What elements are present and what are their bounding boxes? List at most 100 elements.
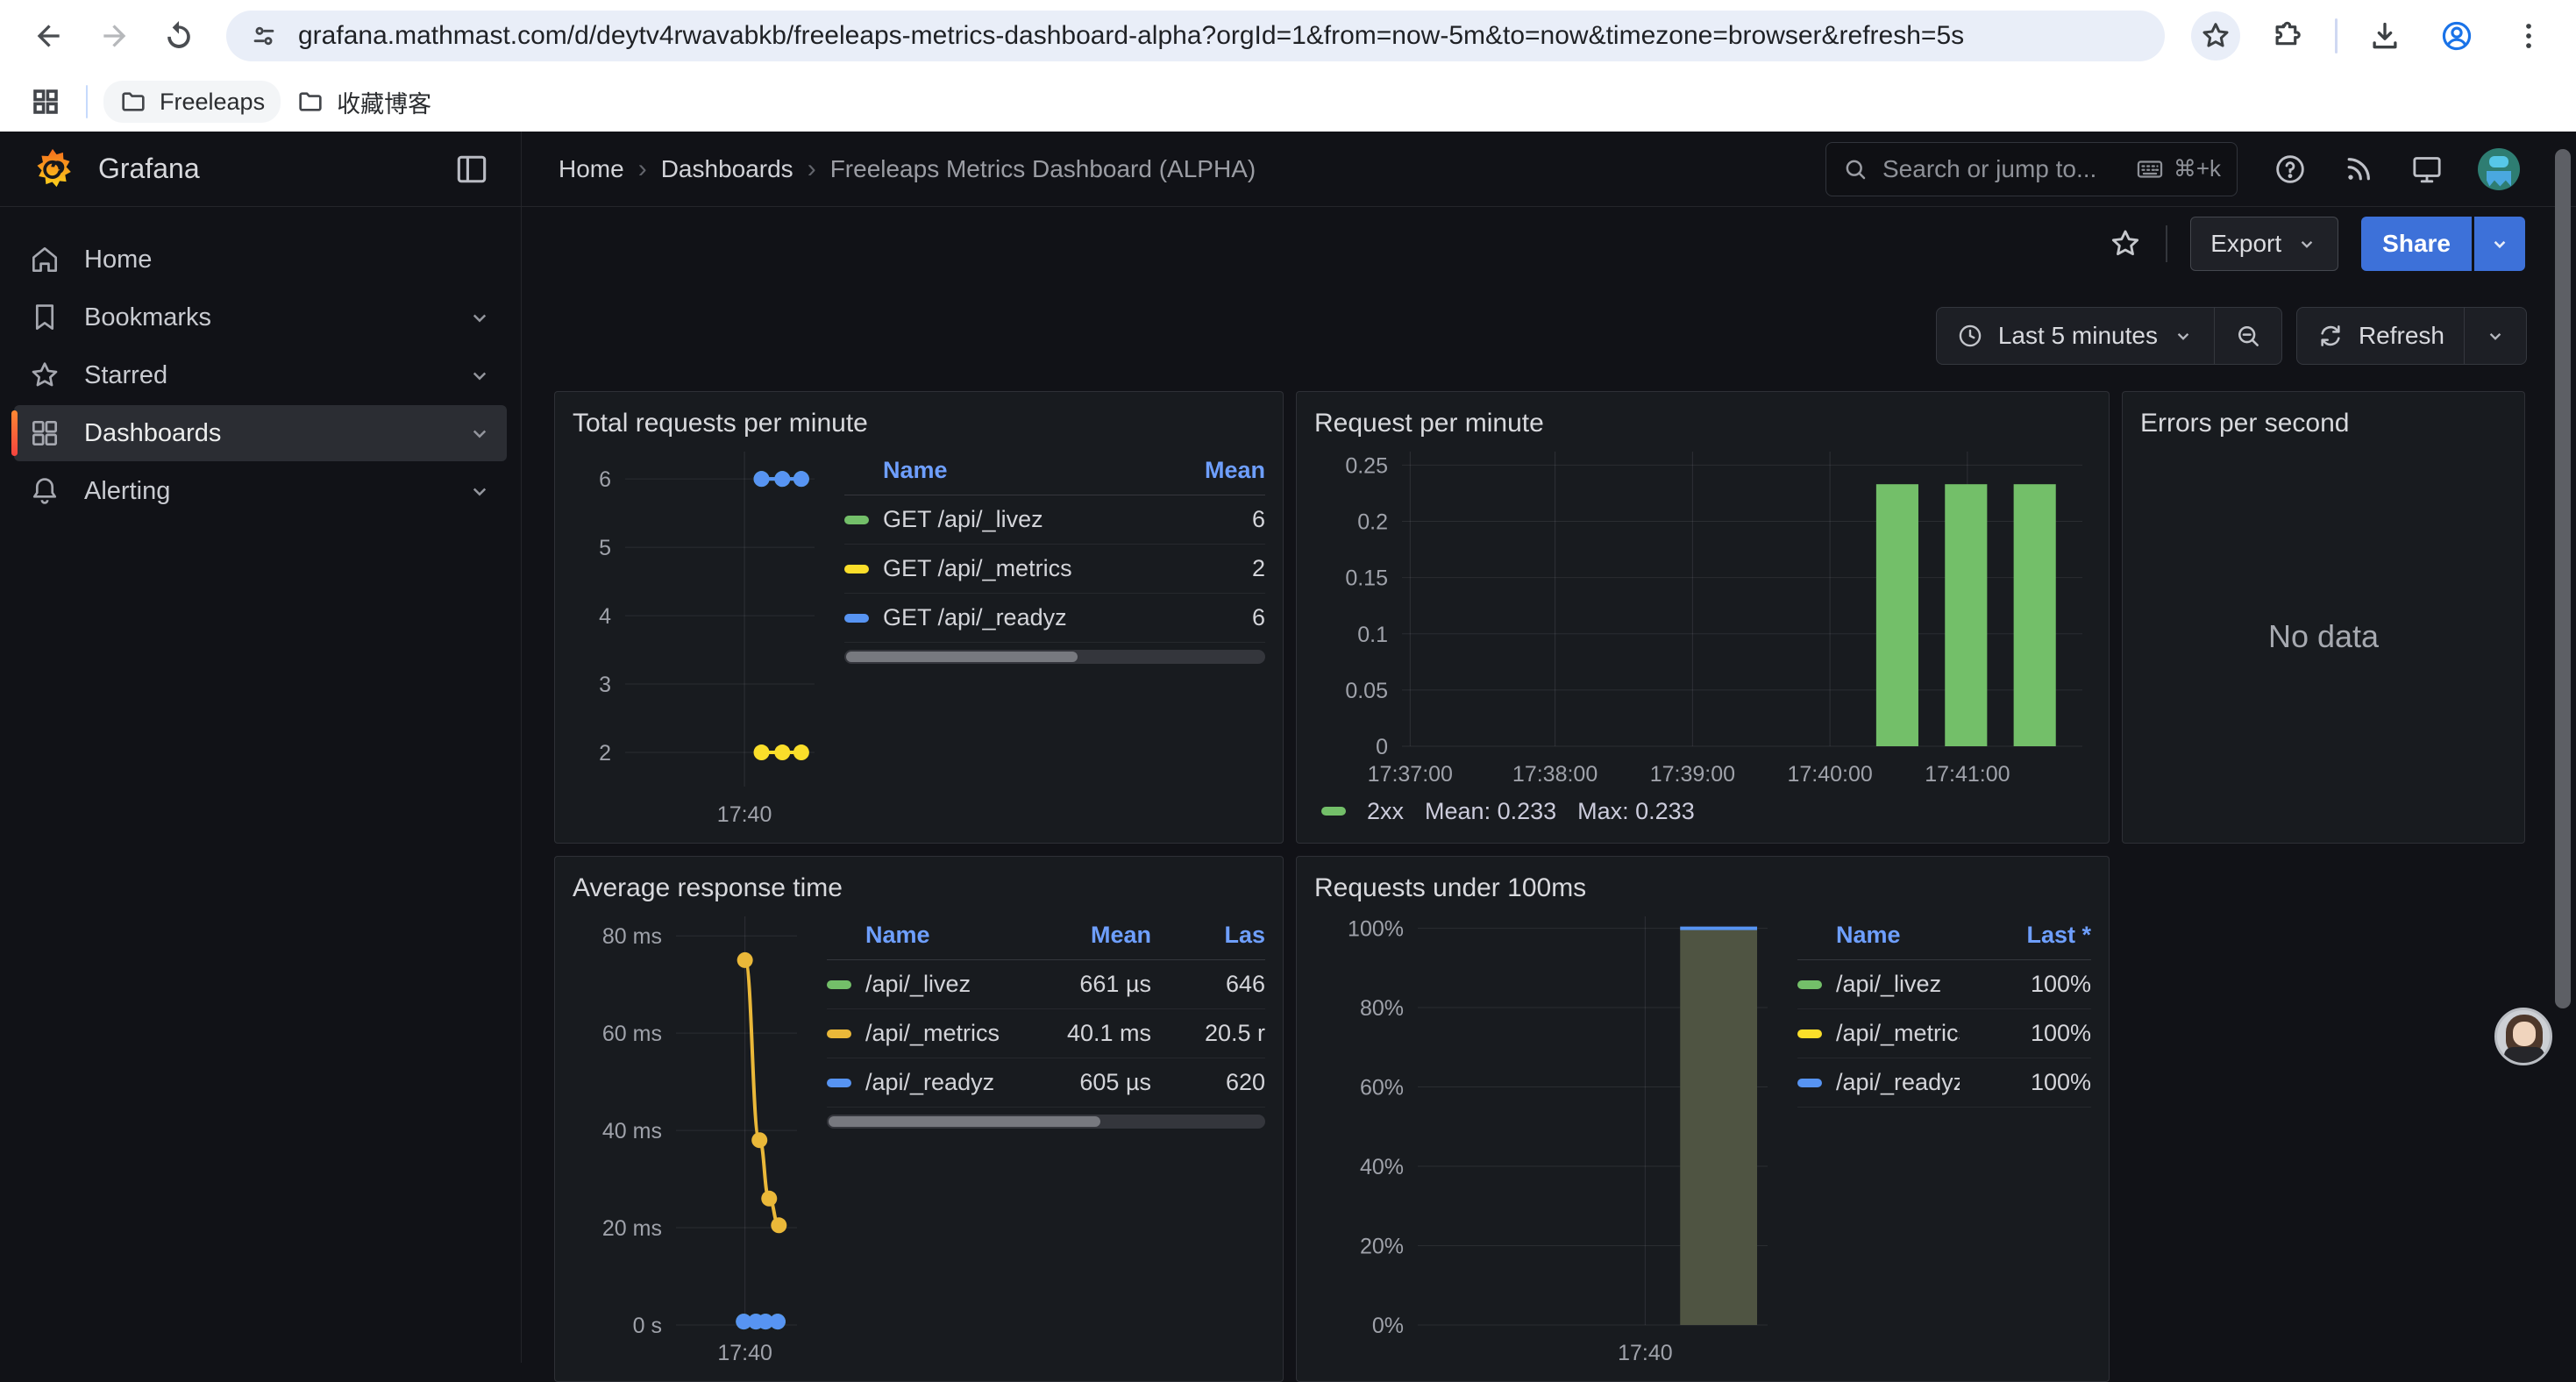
extensions-icon[interactable] — [2263, 11, 2312, 61]
series-name: GET /api/_metrics — [883, 555, 1134, 582]
panel-title[interactable]: Total requests per minute — [573, 404, 1265, 443]
legend-col-last[interactable]: Last * — [1960, 922, 2091, 949]
series-color-icon — [1797, 1079, 1822, 1087]
sidebar: Grafana Home Bookmarks Starred Dashboard… — [0, 132, 522, 1363]
downloads-icon[interactable] — [2360, 11, 2409, 61]
panel-average-response-time: Average response time 80 ms60 ms40 ms20 … — [554, 856, 1284, 1382]
page-scrollbar[interactable] — [2555, 149, 2571, 1008]
svg-text:17:37:00: 17:37:00 — [1368, 762, 1453, 787]
series-name[interactable]: 2xx — [1367, 798, 1404, 825]
chevron-down-icon[interactable] — [466, 362, 493, 388]
legend-col-mean[interactable]: Mean — [1134, 457, 1265, 484]
svg-text:5: 5 — [599, 536, 611, 560]
search-box[interactable]: ⌘+k — [1825, 142, 2238, 196]
area-chart: 100%80%60%40%20%0%17:40 — [1314, 908, 1776, 1369]
browser-toolbar: grafana.mathmast.com/d/deytv4rwavabkb/fr… — [0, 0, 2576, 72]
legend-row[interactable]: /api/_livez661 µs646 — [827, 960, 1265, 1009]
sidebar-item-home[interactable]: Home — [14, 232, 507, 288]
svg-text:0 s: 0 s — [633, 1314, 662, 1338]
share-button[interactable]: Share — [2361, 217, 2472, 271]
series-value: 620 — [1151, 1069, 1265, 1096]
legend-row[interactable]: /api/_metrics100% — [1797, 1009, 2091, 1058]
sidebar-item-bookmarks[interactable]: Bookmarks — [14, 289, 507, 346]
series-value: 100% — [1960, 1020, 2091, 1047]
bookmark-folder-freeleaps[interactable]: Freeleaps — [103, 81, 281, 123]
svg-text:17:39:00: 17:39:00 — [1650, 762, 1735, 787]
kiosk-monitor-icon[interactable] — [2409, 152, 2444, 187]
help-icon[interactable] — [2273, 152, 2308, 187]
svg-text:40 ms: 40 ms — [602, 1119, 662, 1143]
toolbar-divider — [2166, 225, 2167, 262]
user-avatar[interactable] — [2478, 148, 2520, 190]
refresh-interval-button[interactable] — [2464, 308, 2526, 364]
legend-col-las[interactable]: Las — [1151, 922, 1265, 949]
legend-scrollbar-thumb[interactable] — [829, 1116, 1100, 1127]
legend-row[interactable]: /api/_livez100% — [1797, 960, 2091, 1009]
chevron-down-icon[interactable] — [466, 304, 493, 331]
time-range-group: Last 5 minutes — [1936, 307, 2282, 365]
search-input[interactable] — [1882, 155, 2135, 183]
series-name: /api/_livez — [865, 971, 1002, 998]
legend-row[interactable]: /api/_readyz605 µs620 — [827, 1058, 1265, 1108]
share-menu-button[interactable] — [2474, 217, 2525, 271]
legend-col-name[interactable]: Name — [865, 922, 1002, 949]
menu-kebab-icon[interactable] — [2504, 11, 2553, 61]
chevron-down-icon[interactable] — [466, 420, 493, 446]
url-bar[interactable]: grafana.mathmast.com/d/deytv4rwavabkb/fr… — [226, 11, 2165, 61]
legend-scrollbar[interactable] — [827, 1115, 1265, 1129]
time-range-picker[interactable]: Last 5 minutes — [1937, 308, 2214, 364]
legend-col-name[interactable]: Name — [1836, 922, 1960, 949]
dashboard-toolbar: Export Share — [522, 207, 2576, 281]
breadcrumb-dashboards[interactable]: Dashboards — [661, 155, 793, 183]
url-text[interactable]: grafana.mathmast.com/d/deytv4rwavabkb/fr… — [298, 21, 1964, 51]
series-name: /api/_metrics — [1836, 1020, 1960, 1047]
legend-row[interactable]: GET /api/_livez6 — [844, 495, 1265, 545]
series-color-icon — [844, 614, 869, 623]
legend-col-mean[interactable]: Mean — [1002, 922, 1151, 949]
site-settings-icon[interactable] — [249, 21, 279, 51]
panel-title[interactable]: Average response time — [573, 869, 1265, 908]
breadcrumb-home[interactable]: Home — [559, 155, 624, 183]
bookmark-star-icon[interactable] — [2191, 11, 2240, 61]
panel-title[interactable]: Request per minute — [1314, 404, 2091, 443]
profile-icon[interactable] — [2432, 11, 2481, 61]
panel-title[interactable]: Errors per second — [2140, 404, 2507, 443]
bookmarks-divider — [86, 85, 88, 118]
legend-row[interactable]: /api/_metrics40.1 ms20.5 r — [827, 1009, 1265, 1058]
sidebar-item-alerting[interactable]: Alerting — [14, 463, 507, 519]
zoom-out-button[interactable] — [2214, 308, 2281, 364]
legend-row[interactable]: /api/_readyz100% — [1797, 1058, 2091, 1108]
sidebar-collapse-icon[interactable] — [452, 150, 491, 189]
reload-icon[interactable] — [153, 10, 205, 62]
legend-scrollbar[interactable] — [844, 650, 1265, 664]
legend-col-name[interactable]: Name — [883, 457, 1134, 484]
assistant-avatar[interactable] — [2494, 1008, 2552, 1065]
sidebar-item-dashboards[interactable]: Dashboards — [14, 405, 507, 461]
bookmark-label: 收藏博客 — [337, 85, 431, 119]
apps-grid-icon[interactable] — [30, 86, 61, 118]
refresh-button[interactable]: Refresh — [2297, 308, 2464, 364]
chevron-down-icon — [2488, 232, 2511, 255]
export-button[interactable]: Export — [2190, 217, 2338, 271]
browser-chrome: grafana.mathmast.com/d/deytv4rwavabkb/fr… — [0, 0, 2576, 132]
back-icon[interactable] — [23, 10, 75, 62]
sidebar-item-starred[interactable]: Starred — [14, 347, 507, 403]
news-rss-icon[interactable] — [2341, 152, 2376, 187]
legend-scrollbar-thumb[interactable] — [846, 652, 1078, 662]
legend-row[interactable]: GET /api/_readyz6 — [844, 594, 1265, 643]
legend-table: NameLast */api/_livez100%/api/_metrics10… — [1797, 916, 2091, 1369]
favorite-star-icon[interactable] — [2108, 226, 2143, 261]
svg-text:80%: 80% — [1360, 996, 1404, 1021]
series-name: /api/_livez — [1836, 971, 1960, 998]
folder-icon — [296, 88, 324, 116]
svg-text:0.1: 0.1 — [1357, 623, 1388, 647]
legend-header: NameMeanLas — [827, 916, 1265, 960]
forward-icon[interactable] — [88, 10, 140, 62]
bookmark-folder-blogs[interactable]: 收藏博客 — [281, 78, 447, 126]
panel-title[interactable]: Requests under 100ms — [1314, 869, 2091, 908]
chevron-down-icon — [2295, 232, 2318, 255]
svg-text:100%: 100% — [1348, 917, 1404, 942]
legend-row[interactable]: GET /api/_metrics2 — [844, 545, 1265, 594]
chevron-down-icon[interactable] — [466, 478, 493, 504]
legend-inline[interactable]: 2xxMean: 0.233Max: 0.233 — [1314, 790, 2091, 832]
